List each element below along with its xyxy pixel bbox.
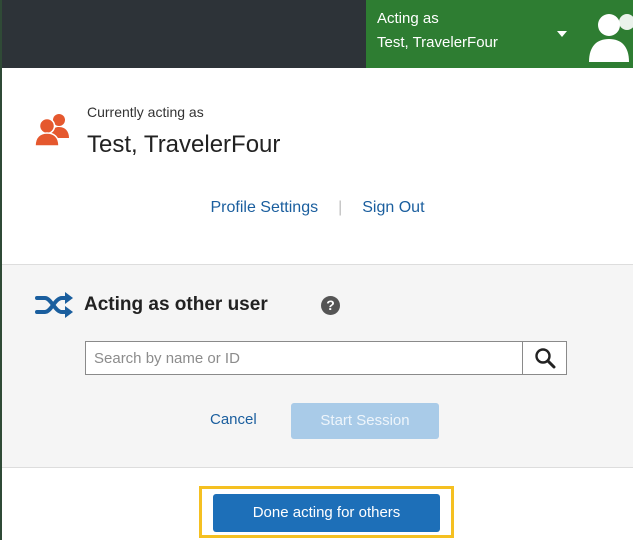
acting-as-banner[interactable]: Acting as Test, TravelerFour bbox=[366, 0, 633, 68]
user-search-box bbox=[85, 341, 567, 375]
link-separator: | bbox=[338, 199, 343, 216]
user-icon[interactable] bbox=[587, 10, 633, 62]
users-icon bbox=[35, 114, 69, 146]
act-as-other-heading: Acting as other user bbox=[84, 294, 268, 315]
profile-settings-link[interactable]: Profile Settings bbox=[210, 199, 318, 216]
shuffle-icon bbox=[35, 292, 73, 318]
acting-as-name: Test, TravelerFour bbox=[377, 34, 498, 51]
currently-acting-label: Currently acting as bbox=[87, 104, 204, 120]
cancel-link[interactable]: Cancel bbox=[210, 411, 257, 428]
current-user-name: Test, TravelerFour bbox=[87, 131, 281, 158]
act-as-dropdown-panel: Acting as Test, TravelerFour Currently a… bbox=[0, 0, 633, 540]
search-button[interactable] bbox=[522, 342, 566, 374]
done-acting-button[interactable]: Done acting for others bbox=[213, 494, 440, 532]
section-divider bbox=[2, 467, 633, 468]
caret-down-icon[interactable] bbox=[557, 31, 567, 37]
account-links: Profile Settings | Sign Out bbox=[2, 199, 633, 217]
acting-as-label: Acting as bbox=[377, 10, 439, 27]
question-circle-icon[interactable]: ? bbox=[321, 296, 340, 315]
sign-out-link[interactable]: Sign Out bbox=[362, 199, 424, 216]
search-icon bbox=[535, 348, 556, 369]
user-search-input[interactable] bbox=[86, 342, 522, 374]
start-session-button[interactable]: Start Session bbox=[291, 403, 439, 439]
